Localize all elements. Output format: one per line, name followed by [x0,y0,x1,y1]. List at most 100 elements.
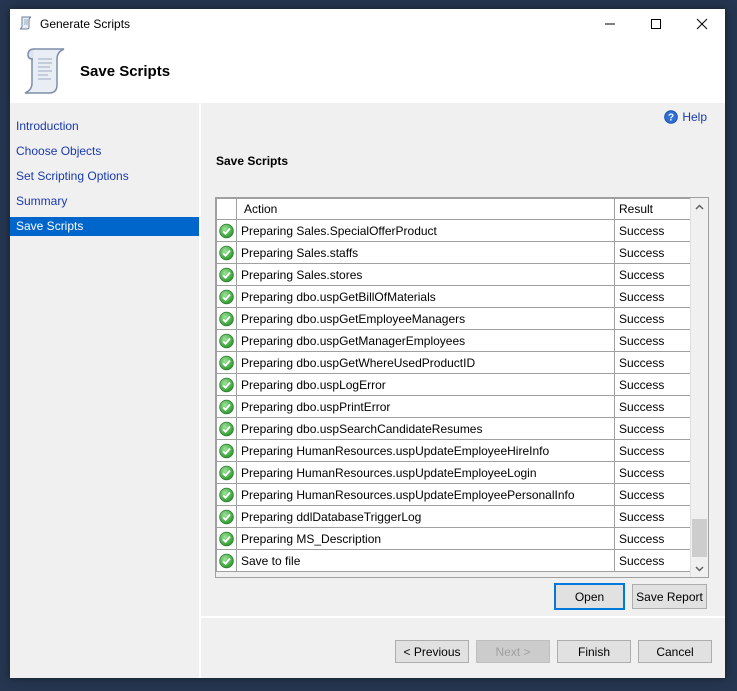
success-icon [219,399,234,415]
action-cell: Preparing dbo.uspGetManagerEmployees [236,329,615,352]
page-title: Save Scripts [80,63,171,80]
success-icon [219,355,234,371]
table-row[interactable]: Preparing Sales.SpecialOfferProduct Succe… [216,219,692,242]
table-row[interactable]: Preparing Sales.staffs Success [216,241,692,264]
success-icon [219,531,234,547]
scroll-thumb[interactable] [692,519,707,557]
success-icon [219,465,234,481]
help-label: Help [682,110,707,124]
action-cell: Preparing MS_Description [236,527,615,550]
success-icon [219,377,234,393]
scroll-up-button[interactable] [691,198,708,215]
action-cell: Preparing HumanResources.uspUpdateEmploy… [236,439,615,462]
scroll-down-button[interactable] [691,560,708,577]
status-cell [216,527,237,550]
status-cell [216,461,237,484]
window-title: Generate Scripts [40,17,131,31]
table-row[interactable]: Preparing dbo.uspPrintError Success [216,395,692,418]
sidebar-item-save-scripts[interactable]: Save Scripts [10,217,199,236]
column-header-action[interactable]: Action [236,198,615,220]
action-cell: Preparing dbo.uspLogError [236,373,615,396]
sidebar-item-summary[interactable]: Summary [10,192,199,211]
table-header-row: Action Result [216,198,692,220]
status-cell [216,263,237,286]
column-header-status [216,198,237,220]
result-cell: Success [614,417,692,440]
result-cell: Success [614,483,692,506]
action-cell: Preparing Sales.stores [236,263,615,286]
close-button[interactable] [679,9,725,39]
save-report-button[interactable]: Save Report [632,584,707,609]
svg-text:?: ? [668,113,674,124]
status-cell [216,483,237,506]
script-scroll-icon [20,45,70,97]
table-row[interactable]: Preparing MS_Description Success [216,527,692,550]
open-button[interactable]: Open [554,583,625,610]
status-cell [216,219,237,242]
table-row[interactable]: Preparing HumanResources.uspUpdateEmploy… [216,483,692,506]
result-cell: Success [614,285,692,308]
close-icon [696,18,708,30]
title-bar: Generate Scripts [10,9,725,39]
results-grid[interactable]: Action Result Preparing Sales.SpecialOff… [215,197,709,578]
minimize-button[interactable] [587,9,633,39]
sidebar-item-introduction[interactable]: Introduction [10,117,199,136]
success-icon [219,333,234,349]
chevron-down-icon [695,565,704,572]
vertical-scrollbar[interactable] [690,198,708,577]
success-icon [219,311,234,327]
table-row[interactable]: Preparing dbo.uspGetWhereUsedProductID Su… [216,351,692,374]
table-row[interactable]: Preparing dbo.uspSearchCandidateResumes S… [216,417,692,440]
finish-button[interactable]: Finish [557,640,631,663]
result-cell: Success [614,241,692,264]
result-cell: Success [614,461,692,484]
result-cell: Success [614,373,692,396]
success-icon [219,223,234,239]
action-cell: Preparing dbo.uspSearchCandidateResumes [236,417,615,440]
sidebar-item-choose-objects[interactable]: Choose Objects [10,142,199,161]
result-cell: Success [614,263,692,286]
previous-button[interactable]: < Previous [395,640,469,663]
wizard-footer: < Previous Next > Finish Cancel [201,618,725,678]
action-cell: Preparing dbo.uspGetEmployeeManagers [236,307,615,330]
status-cell [216,285,237,308]
status-cell [216,505,237,528]
cancel-button[interactable]: Cancel [638,640,712,663]
main-panel: ? Help Save Scripts Action Result Prepar… [201,103,725,616]
status-cell [216,351,237,374]
result-cell: Success [614,307,692,330]
success-icon [219,443,234,459]
table-row[interactable]: Preparing dbo.uspLogError Success [216,373,692,396]
maximize-icon [651,19,661,29]
minimize-icon [605,23,615,25]
result-cell: Success [614,329,692,352]
table-row[interactable]: Preparing dbo.uspGetManagerEmployees Succ… [216,329,692,352]
sidebar-item-set-scripting-options[interactable]: Set Scripting Options [10,167,199,186]
action-cell: Preparing dbo.uspGetWhereUsedProductID [236,351,615,374]
column-header-result[interactable]: Result [614,198,692,220]
table-row[interactable]: Preparing HumanResources.uspUpdateEmploy… [216,439,692,462]
maximize-button[interactable] [633,9,679,39]
table-row[interactable]: Preparing dbo.uspGetEmployeeManagers Succ… [216,307,692,330]
table-row[interactable]: Preparing HumanResources.uspUpdateEmploy… [216,461,692,484]
table-row[interactable]: Preparing Sales.stores Success [216,263,692,286]
wizard-header: Save Scripts [10,39,725,102]
status-cell [216,307,237,330]
success-icon [219,245,234,261]
status-cell [216,439,237,462]
help-link[interactable]: ? Help [664,110,707,124]
success-icon [219,487,234,503]
action-cell: Preparing Sales.staffs [236,241,615,264]
next-button: Next > [476,640,550,663]
status-cell [216,329,237,352]
action-cell: Preparing dbo.uspGetBillOfMaterials [236,285,615,308]
wizard-sidebar: Introduction Choose Objects Set Scriptin… [10,103,199,678]
success-icon [219,267,234,283]
chevron-up-icon [695,203,704,210]
table-row[interactable]: Preparing ddlDatabaseTriggerLog Success [216,505,692,528]
table-row[interactable]: Save to file Success [216,549,692,572]
table-row[interactable]: Preparing dbo.uspGetBillOfMaterials Succe… [216,285,692,308]
success-icon [219,421,234,437]
result-cell: Success [614,549,692,572]
section-title: Save Scripts [216,154,289,168]
